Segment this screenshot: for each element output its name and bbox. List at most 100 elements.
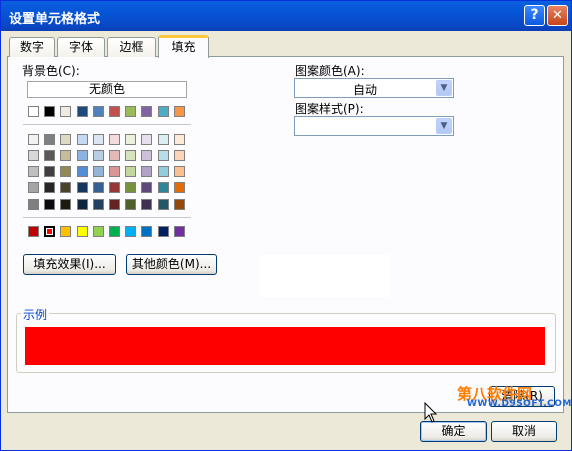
help-icon: ? xyxy=(530,7,539,23)
theme-shade-swatch[interactable] xyxy=(44,199,55,210)
pattern-color-label: 图案颜色(A): xyxy=(295,64,365,78)
standard-color-swatch[interactable] xyxy=(109,226,120,237)
pattern-style-label: 图案样式(P): xyxy=(295,102,364,116)
fill-effects-button[interactable]: 填充效果(I)... xyxy=(23,254,116,275)
theme-shade-swatch[interactable] xyxy=(174,150,185,161)
theme-shade-swatch[interactable] xyxy=(93,182,104,193)
theme-shade-swatch[interactable] xyxy=(158,134,169,145)
theme-shade-swatch[interactable] xyxy=(28,166,39,177)
no-color-button[interactable]: 无颜色 xyxy=(27,81,187,98)
theme-shade-swatch[interactable] xyxy=(28,182,39,193)
cancel-button[interactable]: 取消 xyxy=(491,421,557,442)
theme-shade-swatch[interactable] xyxy=(109,166,120,177)
theme-shade-swatch[interactable] xyxy=(141,166,152,177)
theme-color-swatch[interactable] xyxy=(60,106,71,117)
theme-shade-swatch[interactable] xyxy=(44,134,55,145)
theme-shade-swatch[interactable] xyxy=(141,199,152,210)
site-watermark-logo: 第八软件网 WWW.D9SOFT.COM xyxy=(457,383,571,413)
theme-shade-swatch[interactable] xyxy=(60,182,71,193)
theme-shade-swatch[interactable] xyxy=(174,199,185,210)
theme-shade-swatch[interactable] xyxy=(141,150,152,161)
palette-separator xyxy=(23,124,191,125)
help-button[interactable]: ? xyxy=(524,5,545,26)
standard-color-swatch[interactable] xyxy=(174,226,185,237)
tab-font[interactable]: 字体 xyxy=(57,37,105,57)
theme-shade-swatch[interactable] xyxy=(125,150,136,161)
theme-shade-swatch[interactable] xyxy=(28,134,39,145)
theme-shade-swatch[interactable] xyxy=(77,134,88,145)
theme-shade-swatch[interactable] xyxy=(77,182,88,193)
theme-shade-swatch[interactable] xyxy=(44,182,55,193)
theme-shade-swatch[interactable] xyxy=(174,182,185,193)
theme-shade-swatch[interactable] xyxy=(60,150,71,161)
tab-number[interactable]: 数字 xyxy=(9,37,55,57)
theme-color-swatch[interactable] xyxy=(109,106,120,117)
theme-color-swatch[interactable] xyxy=(125,106,136,117)
pattern-style-select[interactable]: ▼ xyxy=(294,116,454,136)
sample-swatch xyxy=(25,327,545,365)
theme-shade-swatch[interactable] xyxy=(44,150,55,161)
theme-shade-swatch[interactable] xyxy=(93,134,104,145)
theme-shade-swatch[interactable] xyxy=(125,182,136,193)
theme-color-swatch[interactable] xyxy=(141,106,152,117)
pattern-color-value: 自动 xyxy=(352,83,377,97)
theme-shade-swatch[interactable] xyxy=(77,199,88,210)
pattern-preview xyxy=(260,255,390,297)
theme-shade-swatch[interactable] xyxy=(60,166,71,177)
theme-shade-swatch[interactable] xyxy=(28,199,39,210)
theme-shade-swatch[interactable] xyxy=(141,182,152,193)
close-icon: ✕ xyxy=(552,8,563,23)
standard-color-swatch[interactable] xyxy=(158,226,169,237)
sample-label: 示例 xyxy=(21,306,50,323)
theme-shade-swatch[interactable] xyxy=(93,166,104,177)
theme-shade-swatch[interactable] xyxy=(158,182,169,193)
title-bar: 设置单元格格式 xyxy=(1,1,571,31)
background-color-label: 背景色(C): xyxy=(22,64,80,78)
mouse-cursor-icon xyxy=(424,402,438,423)
theme-color-swatch[interactable] xyxy=(93,106,104,117)
theme-shade-swatch[interactable] xyxy=(141,134,152,145)
theme-shade-swatch[interactable] xyxy=(60,199,71,210)
window-title: 设置单元格格式 xyxy=(9,12,101,27)
theme-shade-swatch[interactable] xyxy=(109,199,120,210)
tab-fill[interactable]: 填充 xyxy=(158,35,209,58)
theme-shade-swatch[interactable] xyxy=(125,199,136,210)
theme-shade-swatch[interactable] xyxy=(60,134,71,145)
palette-separator xyxy=(23,217,191,218)
more-colors-button[interactable]: 其他颜色(M)... xyxy=(126,254,217,275)
theme-shade-swatch[interactable] xyxy=(125,166,136,177)
standard-color-swatch[interactable] xyxy=(141,226,152,237)
theme-color-swatch[interactable] xyxy=(77,106,88,117)
theme-shade-swatch[interactable] xyxy=(125,134,136,145)
theme-shade-swatch[interactable] xyxy=(44,166,55,177)
standard-color-swatch[interactable] xyxy=(60,226,71,237)
theme-color-swatch[interactable] xyxy=(28,106,39,117)
ok-button[interactable]: 确定 xyxy=(420,421,487,442)
standard-color-swatch[interactable] xyxy=(77,226,88,237)
theme-shade-swatch[interactable] xyxy=(28,150,39,161)
standard-color-swatch[interactable] xyxy=(44,226,55,237)
theme-shade-swatch[interactable] xyxy=(158,150,169,161)
theme-shade-swatch[interactable] xyxy=(109,150,120,161)
theme-shade-swatch[interactable] xyxy=(158,199,169,210)
close-button[interactable]: ✕ xyxy=(547,5,568,26)
theme-shade-swatch[interactable] xyxy=(158,166,169,177)
theme-shade-swatch[interactable] xyxy=(174,134,185,145)
theme-color-swatch[interactable] xyxy=(158,106,169,117)
pattern-color-select[interactable]: 自动 ▼ xyxy=(294,78,454,98)
theme-shade-swatch[interactable] xyxy=(109,182,120,193)
standard-color-swatch[interactable] xyxy=(125,226,136,237)
theme-color-swatch[interactable] xyxy=(44,106,55,117)
theme-shade-swatch[interactable] xyxy=(77,150,88,161)
theme-shade-swatch[interactable] xyxy=(93,150,104,161)
theme-shade-swatch[interactable] xyxy=(93,199,104,210)
theme-color-swatch[interactable] xyxy=(174,106,185,117)
chevron-down-icon: ▼ xyxy=(436,118,452,134)
standard-color-swatch[interactable] xyxy=(93,226,104,237)
theme-shade-swatch[interactable] xyxy=(109,134,120,145)
tab-border[interactable]: 边框 xyxy=(107,37,156,57)
theme-shade-swatch[interactable] xyxy=(77,166,88,177)
standard-color-swatch[interactable] xyxy=(28,226,39,237)
theme-shade-swatch[interactable] xyxy=(174,166,185,177)
format-cells-dialog: 设置单元格格式 ? ✕ 数字 字体 边框 填充 背景色(C): 无颜色 填充效果… xyxy=(0,0,572,451)
